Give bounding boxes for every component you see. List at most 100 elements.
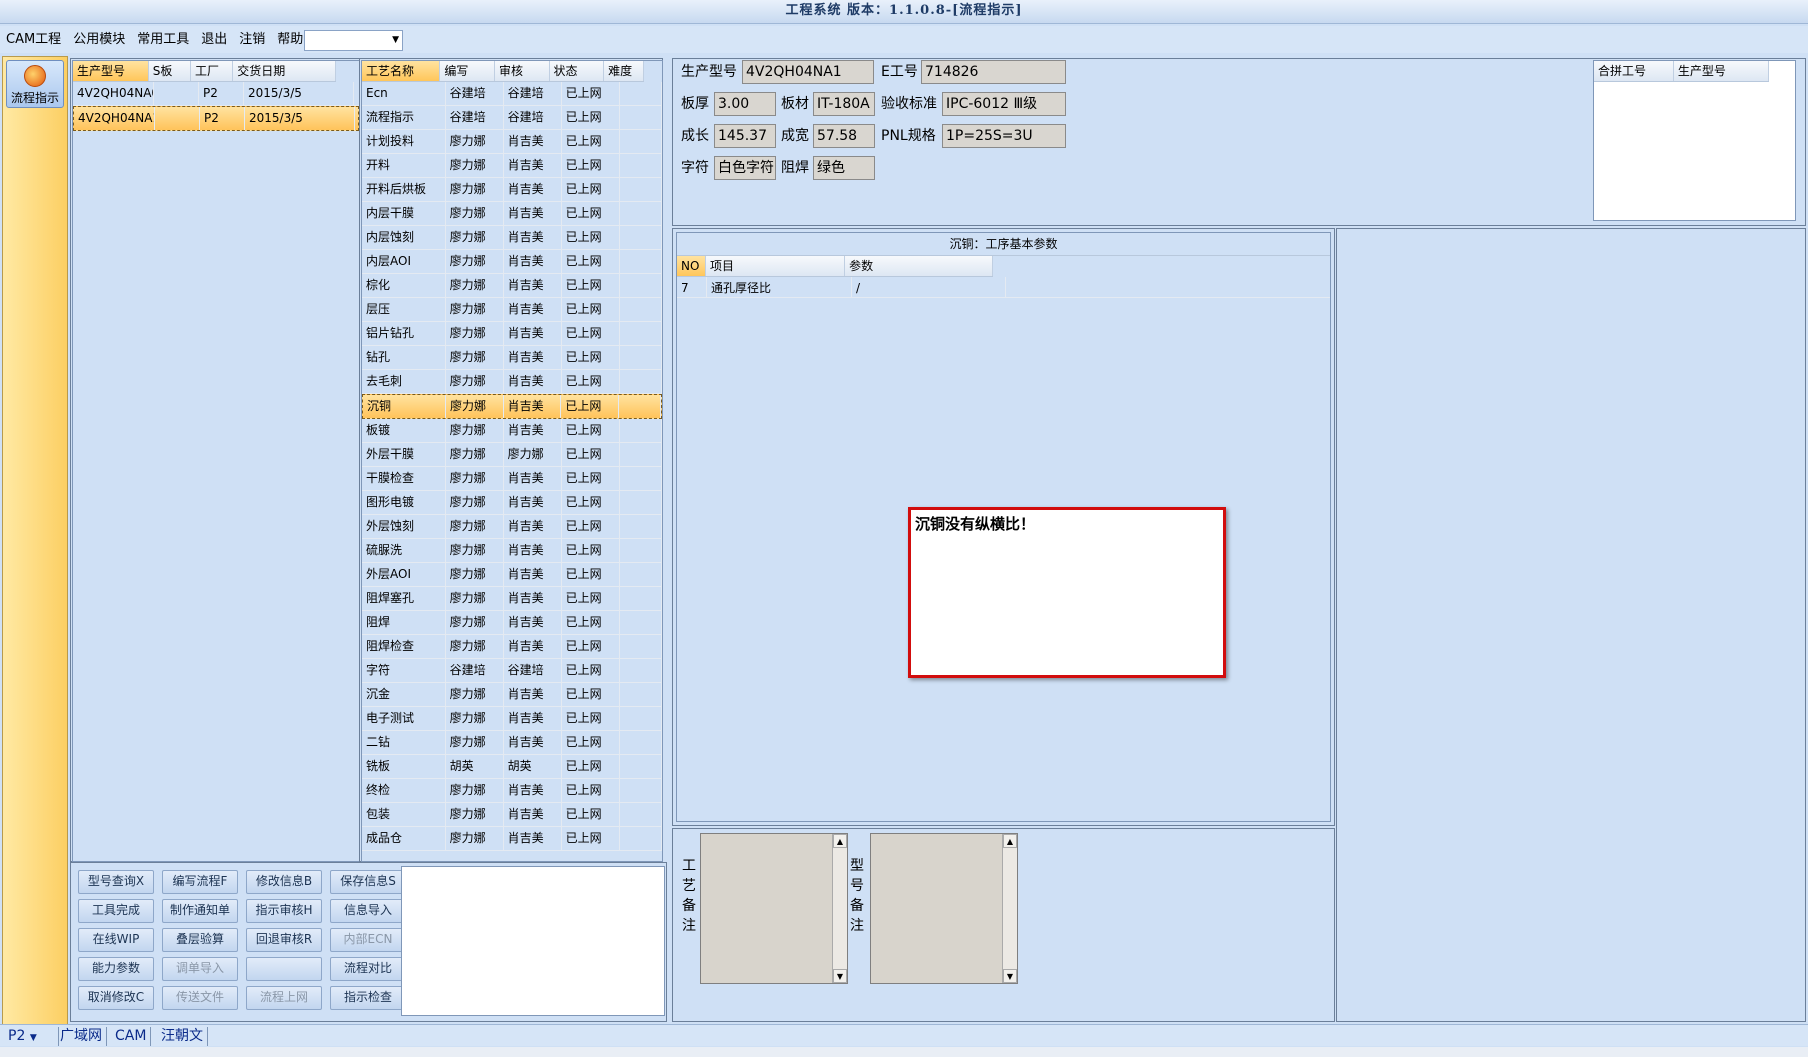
- action-button[interactable]: 信息导入: [330, 899, 406, 923]
- table-row[interactable]: 阻焊塞孔 廖力娜 肖吉美 已上网: [362, 587, 662, 611]
- table-row[interactable]: 铝片钻孔 廖力娜 肖吉美 已上网: [362, 322, 662, 346]
- combined-grid-col-header[interactable]: 合拼工号: [1594, 61, 1674, 81]
- thickness-field[interactable]: 3.00: [714, 92, 776, 116]
- table-row[interactable]: 成品仓 廖力娜 肖吉美 已上网: [362, 827, 662, 851]
- table-row[interactable]: 外层蚀刻 廖力娜 肖吉美 已上网: [362, 515, 662, 539]
- table-cell: 板镀: [362, 419, 446, 442]
- scroll-up-icon[interactable]: ▲: [833, 834, 847, 848]
- scrollbar[interactable]: ▲ ▼: [1002, 834, 1017, 983]
- models-grid-col-header[interactable]: 生产型号: [73, 61, 149, 81]
- table-row[interactable]: 二钻 廖力娜 肖吉美 已上网: [362, 731, 662, 755]
- table-row[interactable]: 电子测试 廖力娜 肖吉美 已上网: [362, 707, 662, 731]
- scrollbar[interactable]: ▲ ▼: [832, 834, 847, 983]
- char-field[interactable]: 白色字符: [714, 156, 776, 180]
- flow-indicator-button[interactable]: 流程指示: [6, 60, 64, 108]
- menu-exit[interactable]: 退出: [195, 26, 233, 53]
- processes-grid-col-header[interactable]: 工艺名称: [362, 61, 441, 81]
- model-field[interactable]: 4V2QH04NA1: [742, 60, 874, 84]
- params-grid-col-header[interactable]: 参数: [845, 256, 993, 276]
- action-button[interactable]: 调单导入: [162, 957, 238, 981]
- action-button[interactable]: 传送文件: [162, 986, 238, 1010]
- scroll-down-icon[interactable]: ▼: [1003, 969, 1017, 983]
- eno-field[interactable]: 714826: [921, 60, 1066, 84]
- process-remark-field[interactable]: ▲ ▼: [700, 833, 848, 984]
- width-field[interactable]: 57.58: [813, 124, 875, 148]
- table-row[interactable]: 干膜检查 廖力娜 肖吉美 已上网: [362, 467, 662, 491]
- table-row[interactable]: 4V2QH04NA1 P2 2015/3/5: [73, 106, 359, 131]
- action-button[interactable]: 制作通知单: [162, 899, 238, 923]
- table-row[interactable]: 阻焊 廖力娜 肖吉美 已上网: [362, 611, 662, 635]
- mask-field[interactable]: 绿色: [813, 156, 875, 180]
- table-row[interactable]: 开料后烘板 廖力娜 肖吉美 已上网: [362, 178, 662, 202]
- models-grid-col-header[interactable]: 交货日期: [233, 61, 336, 81]
- models-grid-col-header[interactable]: S板: [149, 61, 191, 81]
- action-button[interactable]: 指示检查: [330, 986, 406, 1010]
- pnl-field[interactable]: 1P=25S=3U: [942, 124, 1066, 148]
- combined-grid-col-header[interactable]: 生产型号: [1674, 61, 1769, 81]
- menu-logout[interactable]: 注销: [233, 26, 271, 53]
- action-button[interactable]: 指示审核H: [246, 899, 322, 923]
- action-button[interactable]: 修改信息B: [246, 870, 322, 894]
- table-row[interactable]: 内层干膜 廖力娜 肖吉美 已上网: [362, 202, 662, 226]
- table-row[interactable]: 棕化 廖力娜 肖吉美 已上网: [362, 274, 662, 298]
- table-row[interactable]: 外层AOI 廖力娜 肖吉美 已上网: [362, 563, 662, 587]
- scroll-down-icon[interactable]: ▼: [833, 969, 847, 983]
- models-grid-col-header[interactable]: 工厂: [191, 61, 234, 81]
- table-row[interactable]: 内层蚀刻 廖力娜 肖吉美 已上网: [362, 226, 662, 250]
- params-grid-col-header[interactable]: 项目: [706, 256, 846, 276]
- action-button[interactable]: 编写流程F: [162, 870, 238, 894]
- length-field[interactable]: 145.37: [714, 124, 776, 148]
- table-row[interactable]: 硫脲洗 廖力娜 肖吉美 已上网: [362, 539, 662, 563]
- processes-grid-col-header[interactable]: 编写: [440, 61, 495, 81]
- processes-grid-col-header[interactable]: 难度: [604, 61, 644, 81]
- menu-common-tools[interactable]: 常用工具: [131, 26, 195, 53]
- table-row[interactable]: 图形电镀 廖力娜 肖吉美 已上网: [362, 491, 662, 515]
- action-button[interactable]: 型号查询X: [78, 870, 154, 894]
- action-button[interactable]: [246, 957, 322, 981]
- action-button[interactable]: 流程上网: [246, 986, 322, 1010]
- table-row[interactable]: 计划投料 廖力娜 肖吉美 已上网: [362, 130, 662, 154]
- table-row[interactable]: 阻焊检查 廖力娜 肖吉美 已上网: [362, 635, 662, 659]
- menu-cam[interactable]: CAM工程: [0, 26, 67, 53]
- table-row[interactable]: 层压 廖力娜 肖吉美 已上网: [362, 298, 662, 322]
- table-row[interactable]: 铣板 胡英 胡英 已上网: [362, 755, 662, 779]
- menu-public-modules[interactable]: 公用模块: [67, 26, 131, 53]
- table-row[interactable]: 包装 廖力娜 肖吉美 已上网: [362, 803, 662, 827]
- table-row[interactable]: 外层干膜 廖力娜 廖力娜 已上网: [362, 443, 662, 467]
- standard-field[interactable]: IPC-6012 Ⅲ级: [942, 92, 1066, 116]
- params-grid-col-header[interactable]: NO: [677, 256, 706, 276]
- message-box[interactable]: [401, 866, 665, 1016]
- table-row[interactable]: 板镀 廖力娜 肖吉美 已上网: [362, 419, 662, 443]
- action-button[interactable]: 回退审核R: [246, 928, 322, 952]
- table-row[interactable]: 去毛刺 廖力娜 肖吉美 已上网: [362, 370, 662, 394]
- table-row[interactable]: 流程指示 谷建培 谷建培 已上网: [362, 106, 662, 130]
- action-button[interactable]: 叠层验算: [162, 928, 238, 952]
- table-row[interactable]: 钻孔 廖力娜 肖吉美 已上网: [362, 346, 662, 370]
- table-row[interactable]: 7 通孔厚径比 /: [677, 277, 1330, 298]
- table-row[interactable]: 开料 廖力娜 肖吉美 已上网: [362, 154, 662, 178]
- table-row[interactable]: 沉金 廖力娜 肖吉美 已上网: [362, 683, 662, 707]
- action-button[interactable]: 能力参数: [78, 957, 154, 981]
- processes-grid-col-header[interactable]: 审核: [495, 61, 550, 81]
- table-row[interactable]: Ecn 谷建培 谷建培 已上网: [362, 82, 662, 106]
- action-button[interactable]: 流程对比: [330, 957, 406, 981]
- scroll-up-icon[interactable]: ▲: [1003, 834, 1017, 848]
- model-remark-field[interactable]: ▲ ▼: [870, 833, 1018, 984]
- table-row[interactable]: 内层AOI 廖力娜 肖吉美 已上网: [362, 250, 662, 274]
- action-button[interactable]: 内部ECN: [330, 928, 406, 952]
- action-button[interactable]: 保存信息S: [330, 870, 406, 894]
- table-row[interactable]: 字符 谷建培 谷建培 已上网: [362, 659, 662, 683]
- action-button[interactable]: 工具完成: [78, 899, 154, 923]
- table-row[interactable]: 沉铜 廖力娜 肖吉美 已上网: [362, 394, 662, 419]
- table-cell: 通孔厚径比: [707, 277, 852, 297]
- table-cell: 包装: [362, 803, 446, 826]
- factory-dropdown[interactable]: P2 ▼: [4, 1027, 59, 1046]
- material-field[interactable]: IT-180A: [813, 92, 875, 116]
- action-button[interactable]: 在线WIP: [78, 928, 154, 952]
- action-button[interactable]: 取消修改C: [78, 986, 154, 1010]
- table-cell: 肖吉美: [504, 539, 562, 562]
- processes-grid-col-header[interactable]: 状态: [550, 61, 605, 81]
- menu-dropdown[interactable]: ▼: [304, 30, 403, 51]
- table-row[interactable]: 终检 廖力娜 肖吉美 已上网: [362, 779, 662, 803]
- table-row[interactable]: 4V2QH04NA0 P2 2015/3/5: [73, 82, 359, 106]
